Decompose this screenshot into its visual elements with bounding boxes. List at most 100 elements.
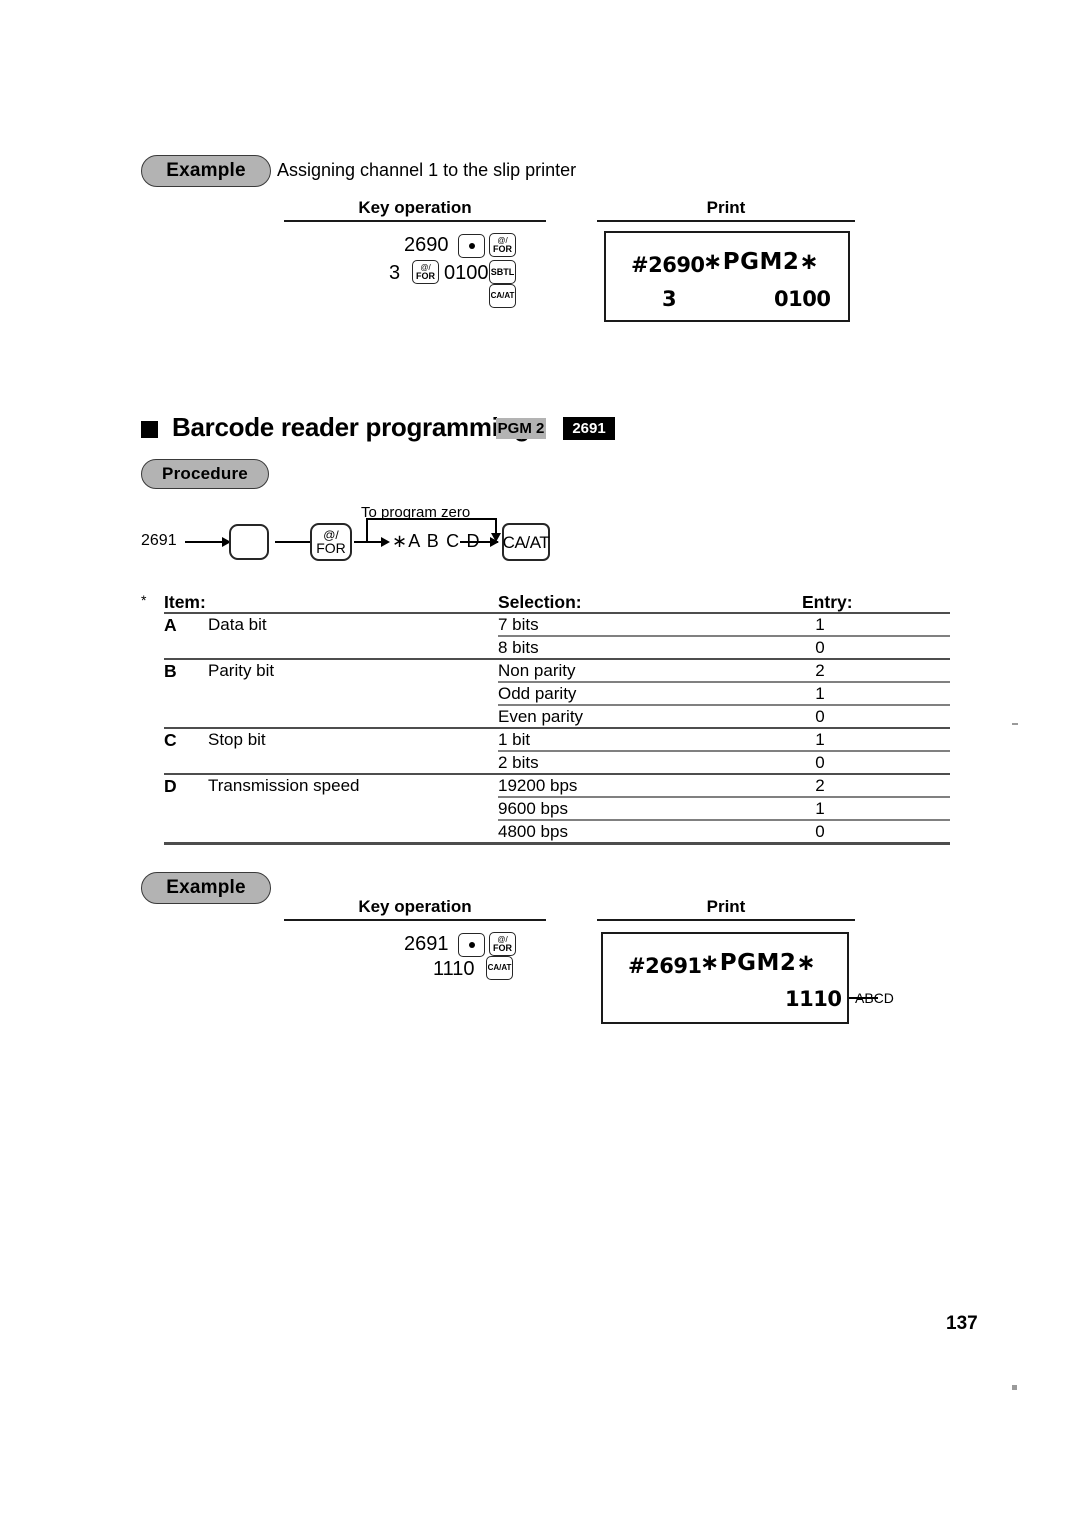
table-row-rule-d-1 <box>498 819 950 821</box>
scan-artifact-1 <box>1012 723 1018 725</box>
example-2-key-operation-rule <box>284 919 546 921</box>
table-entry-d-0: 2 <box>815 776 825 795</box>
decimal-point-key[interactable] <box>458 234 485 258</box>
example-1-print-rule <box>597 220 855 222</box>
square-bullet-icon <box>141 421 158 438</box>
table-group-rule-b <box>164 727 950 729</box>
table-selection-b-2: Even parity <box>498 707 584 726</box>
sbtl-key-label: SBTL <box>490 266 515 277</box>
example-2-print-rule <box>597 919 855 921</box>
example-1-print-header: Print <box>706 198 746 217</box>
table-entry-d-1: 1 <box>815 799 825 818</box>
table-row-rule-a-0 <box>498 635 950 637</box>
table-group-item-c: Stop bit <box>208 730 266 749</box>
flow-decimal-point-key[interactable] <box>229 524 269 560</box>
table-header-item: Item: <box>164 592 206 612</box>
scan-artifact-2 <box>1012 1385 1017 1390</box>
example-1-key-0100: 0100 <box>444 262 489 284</box>
table-group-letter-c: C <box>164 730 177 750</box>
example-2-print-receipt: #2691 ∗PGM2∗ 1110 <box>601 932 849 1024</box>
table-group-item-d: Transmission speed <box>208 776 360 795</box>
table-entry-b-2: 0 <box>815 707 825 726</box>
table-entry-d-2: 0 <box>815 822 825 841</box>
table-group-rule-a <box>164 658 950 660</box>
badge-program-code: 2691 <box>563 417 615 440</box>
flow-arrow-head-4 <box>490 537 499 547</box>
table-group-letter-a: A <box>164 615 177 635</box>
flow-ca-at-key[interactable]: CA/AT <box>502 523 550 561</box>
flow-at-for-key-bottom: FOR <box>316 540 346 556</box>
at-for-key-bottom: FOR <box>493 243 512 254</box>
example-1-caption: Assigning channel 1 to the slip printer <box>277 160 577 180</box>
page-number: 137 <box>946 1313 978 1334</box>
example-2-badge-label: Example <box>166 877 246 898</box>
table-group-letter-b: B <box>164 661 177 681</box>
example-1-print-receipt: #2690 ∗PGM2∗ 3 0100 <box>604 231 850 322</box>
example-1-key-operation-rule <box>284 220 546 222</box>
ca-at-key[interactable]: CA/AT <box>489 284 516 308</box>
table-group-letter-d: D <box>164 776 177 796</box>
document-page: Example Assigning channel 1 to the slip … <box>0 0 1080 1528</box>
flow-arrow-head-3 <box>381 537 390 547</box>
flow-start-code: 2691 <box>141 532 177 549</box>
example-1-key-3: 3 <box>389 262 401 284</box>
example-2-key-1110: 1110 <box>433 958 475 980</box>
at-for-key-3-bottom: FOR <box>493 942 512 953</box>
at-for-key-2-bottom: FOR <box>416 270 435 281</box>
table-row-rule-d-0 <box>498 796 950 798</box>
badge-program-code-label: 2691 <box>572 420 606 437</box>
example-2-key-2691: 2691 <box>404 933 449 955</box>
receipt-2-value: 1110 <box>785 987 842 1011</box>
receipt-2-callout-label: ABCD <box>855 990 894 1006</box>
table-selection-d-0: 19200 bps <box>498 776 578 795</box>
table-header-entry: Entry: <box>802 592 853 612</box>
badge-pgm-mode: PGM 2 <box>496 418 546 439</box>
example-1-key-2690: 2690 <box>404 234 449 256</box>
table-entry-c-0: 1 <box>815 730 825 749</box>
ca-at-key-label: CA/AT <box>490 291 515 300</box>
table-selection-c-0: 1 bit <box>498 730 531 749</box>
table-entry-c-1: 0 <box>815 753 825 772</box>
table-header-selection: Selection: <box>498 592 582 612</box>
table-entry-a-1: 0 <box>815 638 825 657</box>
table-group-item-a: Data bit <box>208 615 267 634</box>
table-group-item-b: Parity bit <box>208 661 275 680</box>
table-selection-a-0: 7 bits <box>498 615 539 634</box>
table-bottom-rule <box>164 842 950 845</box>
table-header-rule <box>164 612 950 614</box>
procedure-badge: Procedure <box>141 459 269 489</box>
flow-arrow-line-3 <box>354 541 382 543</box>
receipt-2-id: #2691 <box>628 954 702 978</box>
sbtl-key[interactable]: SBTL <box>489 260 516 284</box>
badge-pgm-mode-label: PGM 2 <box>497 420 545 437</box>
example-2-key-operation-header: Key operation <box>358 897 472 916</box>
flow-arrow-line-1 <box>185 541 223 543</box>
flow-bypass-riser <box>366 518 368 542</box>
section-title: Barcode reader programming <box>172 412 530 442</box>
table-selection-b-1: Odd parity <box>498 684 577 703</box>
at-for-key[interactable]: @/ FOR <box>489 233 516 257</box>
at-for-key-3[interactable]: @/ FOR <box>489 932 516 956</box>
at-for-key-2[interactable]: @/ FOR <box>412 260 439 284</box>
table-selection-d-2: 4800 bps <box>498 822 568 841</box>
receipt-1-left-value: 3 <box>662 287 677 311</box>
table-row-rule-b-1 <box>498 704 950 706</box>
decimal-point-key-2[interactable] <box>458 933 485 957</box>
table-selection-d-1: 9600 bps <box>498 799 568 818</box>
example-1-badge: Example <box>141 155 271 187</box>
example-1-badge-label: Example <box>166 160 246 181</box>
ca-at-key-2-label: CA/AT <box>487 963 512 972</box>
receipt-1-right-value: 0100 <box>774 287 831 311</box>
flow-ca-at-key-label: CA/AT <box>502 532 550 552</box>
receipt-2-mode: ∗PGM2∗ <box>700 950 817 976</box>
table-selection-b-0: Non parity <box>498 661 576 680</box>
example-2-print-header: Print <box>706 897 746 916</box>
table-entry-b-0: 2 <box>815 661 825 680</box>
ca-at-key-2[interactable]: CA/AT <box>486 956 513 980</box>
table-asterisk-marker: * <box>141 592 147 608</box>
table-selection-a-1: 8 bits <box>498 638 539 657</box>
table-row-rule-c-0 <box>498 750 950 752</box>
table-entry-b-1: 1 <box>815 684 825 703</box>
receipt-1-mode: ∗PGM2∗ <box>703 249 820 275</box>
flow-at-for-key[interactable]: @/ FOR <box>310 523 352 561</box>
